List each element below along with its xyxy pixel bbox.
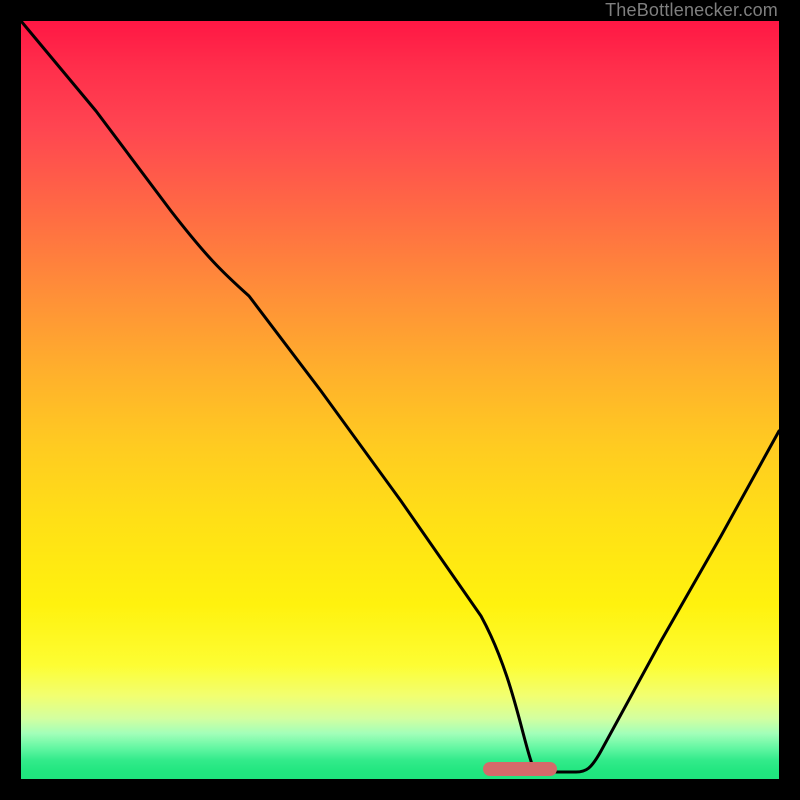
bottleneck-curve — [21, 21, 779, 779]
chart-baseline — [21, 779, 779, 785]
curve-path — [21, 21, 779, 772]
optimal-range-marker — [483, 762, 557, 776]
watermark-text: TheBottlenecker.com — [605, 0, 778, 21]
